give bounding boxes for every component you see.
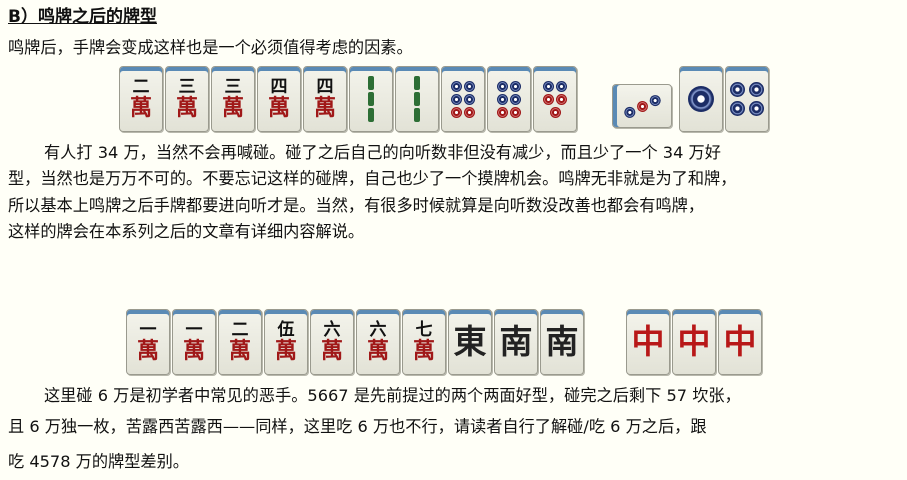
tile-suit: 萬 <box>228 338 251 364</box>
honor-tile-east: 東 <box>448 309 492 375</box>
man-tile: 四萬 <box>257 66 301 132</box>
honor-tile-south: 南 <box>540 309 584 375</box>
tile-honor: 中 <box>723 322 757 361</box>
tile-number: 伍 <box>277 320 295 340</box>
honor-tile-chun: 中 <box>718 309 762 375</box>
honor-tile-south: 南 <box>494 309 538 375</box>
paragraph-line: 型，当然也是万万不可的。不要忘记这样的碰牌，自己也少了一个摸牌机会。鸣牌无非就是… <box>8 169 737 188</box>
tile-honor: 東 <box>453 322 487 361</box>
tile-suit: 萬 <box>221 95 244 121</box>
tile-honor: 南 <box>545 322 579 361</box>
tile-honor: 南 <box>499 322 533 361</box>
man-tile: 三萬 <box>211 66 255 132</box>
tile-honor: 中 <box>631 322 665 361</box>
tile-number: 三 <box>178 77 196 97</box>
man-tile: 四萬 <box>303 66 347 132</box>
man-tile: 二萬 <box>218 309 262 375</box>
tile-suit: 萬 <box>366 338 389 364</box>
paragraph-line: 有人打 34 万，当然不会再喊碰。碰了之后自己的向听数非但没有减少，而且少了一个… <box>44 143 721 162</box>
tile-number: 三 <box>224 77 242 97</box>
tile-suit: 萬 <box>136 338 159 364</box>
honor-tile-chun: 中 <box>626 309 670 375</box>
man-tile: 伍萬 <box>264 309 308 375</box>
tile-number: 七 <box>415 320 433 340</box>
tile-number: 六 <box>323 320 341 340</box>
tile-number: 一 <box>139 320 157 340</box>
man-tile: 三萬 <box>165 66 209 132</box>
pin-tile <box>725 66 769 132</box>
tile-number: 六 <box>369 320 387 340</box>
man-tile: 六萬 <box>356 309 400 375</box>
tile-suit: 萬 <box>267 95 290 121</box>
tile-suit: 萬 <box>320 338 343 364</box>
man-tile: 一萬 <box>172 309 216 375</box>
tile-number: 一 <box>185 320 203 340</box>
tile-honor: 中 <box>677 322 711 361</box>
man-tile: 七萬 <box>402 309 446 375</box>
tile-number: 四 <box>270 77 288 97</box>
sou-tile <box>349 66 393 132</box>
tile-suit: 萬 <box>129 95 152 121</box>
tile-suit: 萬 <box>182 338 205 364</box>
tile-number: 二 <box>231 320 249 340</box>
tile-number: 二 <box>132 77 150 97</box>
pin-tile <box>533 66 577 132</box>
honor-tile-chun: 中 <box>672 309 716 375</box>
sou-tile <box>395 66 439 132</box>
called-pin-tile-sideways <box>612 84 672 128</box>
paragraph-line: 所以基本上鸣牌之后手牌都要进向听才是。当然，有很多时候就算是向听数没改善也都会有… <box>8 196 705 215</box>
intro-text: 鸣牌后，手牌会变成这样也是一个必须值得考虑的因素。 <box>8 38 413 57</box>
section-heading: B）鸣牌之后的牌型 <box>8 7 157 27</box>
pin-tile <box>679 66 723 132</box>
man-tile: 一萬 <box>126 309 170 375</box>
hand-1: 二萬 三萬 三萬 四萬 四萬 <box>0 66 907 136</box>
paragraph-line: 且 6 万独一枚，苦露西苦露西——同样，这里吃 6 万也不行，请读者自行了解碰/… <box>8 417 707 436</box>
tile-suit: 萬 <box>175 95 198 121</box>
tile-number: 四 <box>316 77 334 97</box>
paragraph-line: 这里碰 6 万是初学者中常见的恶手。5667 是先前提过的两个两面好型，碰完之后… <box>44 386 741 405</box>
hand-2: 一萬 一萬 二萬 伍萬 六萬 六萬 七萬 東 南 南 中 中 中 <box>0 309 907 379</box>
man-tile: 二萬 <box>119 66 163 132</box>
paragraph-line: 这样的牌会在本系列之后的文章有详细内容解说。 <box>8 222 365 241</box>
tile-suit: 萬 <box>313 95 336 121</box>
pin-tile <box>487 66 531 132</box>
man-tile: 六萬 <box>310 309 354 375</box>
paragraph-line: 吃 4578 万的牌型差别。 <box>8 452 189 471</box>
pin-tile <box>441 66 485 132</box>
tile-suit: 萬 <box>412 338 435 364</box>
tile-suit: 萬 <box>274 338 297 364</box>
